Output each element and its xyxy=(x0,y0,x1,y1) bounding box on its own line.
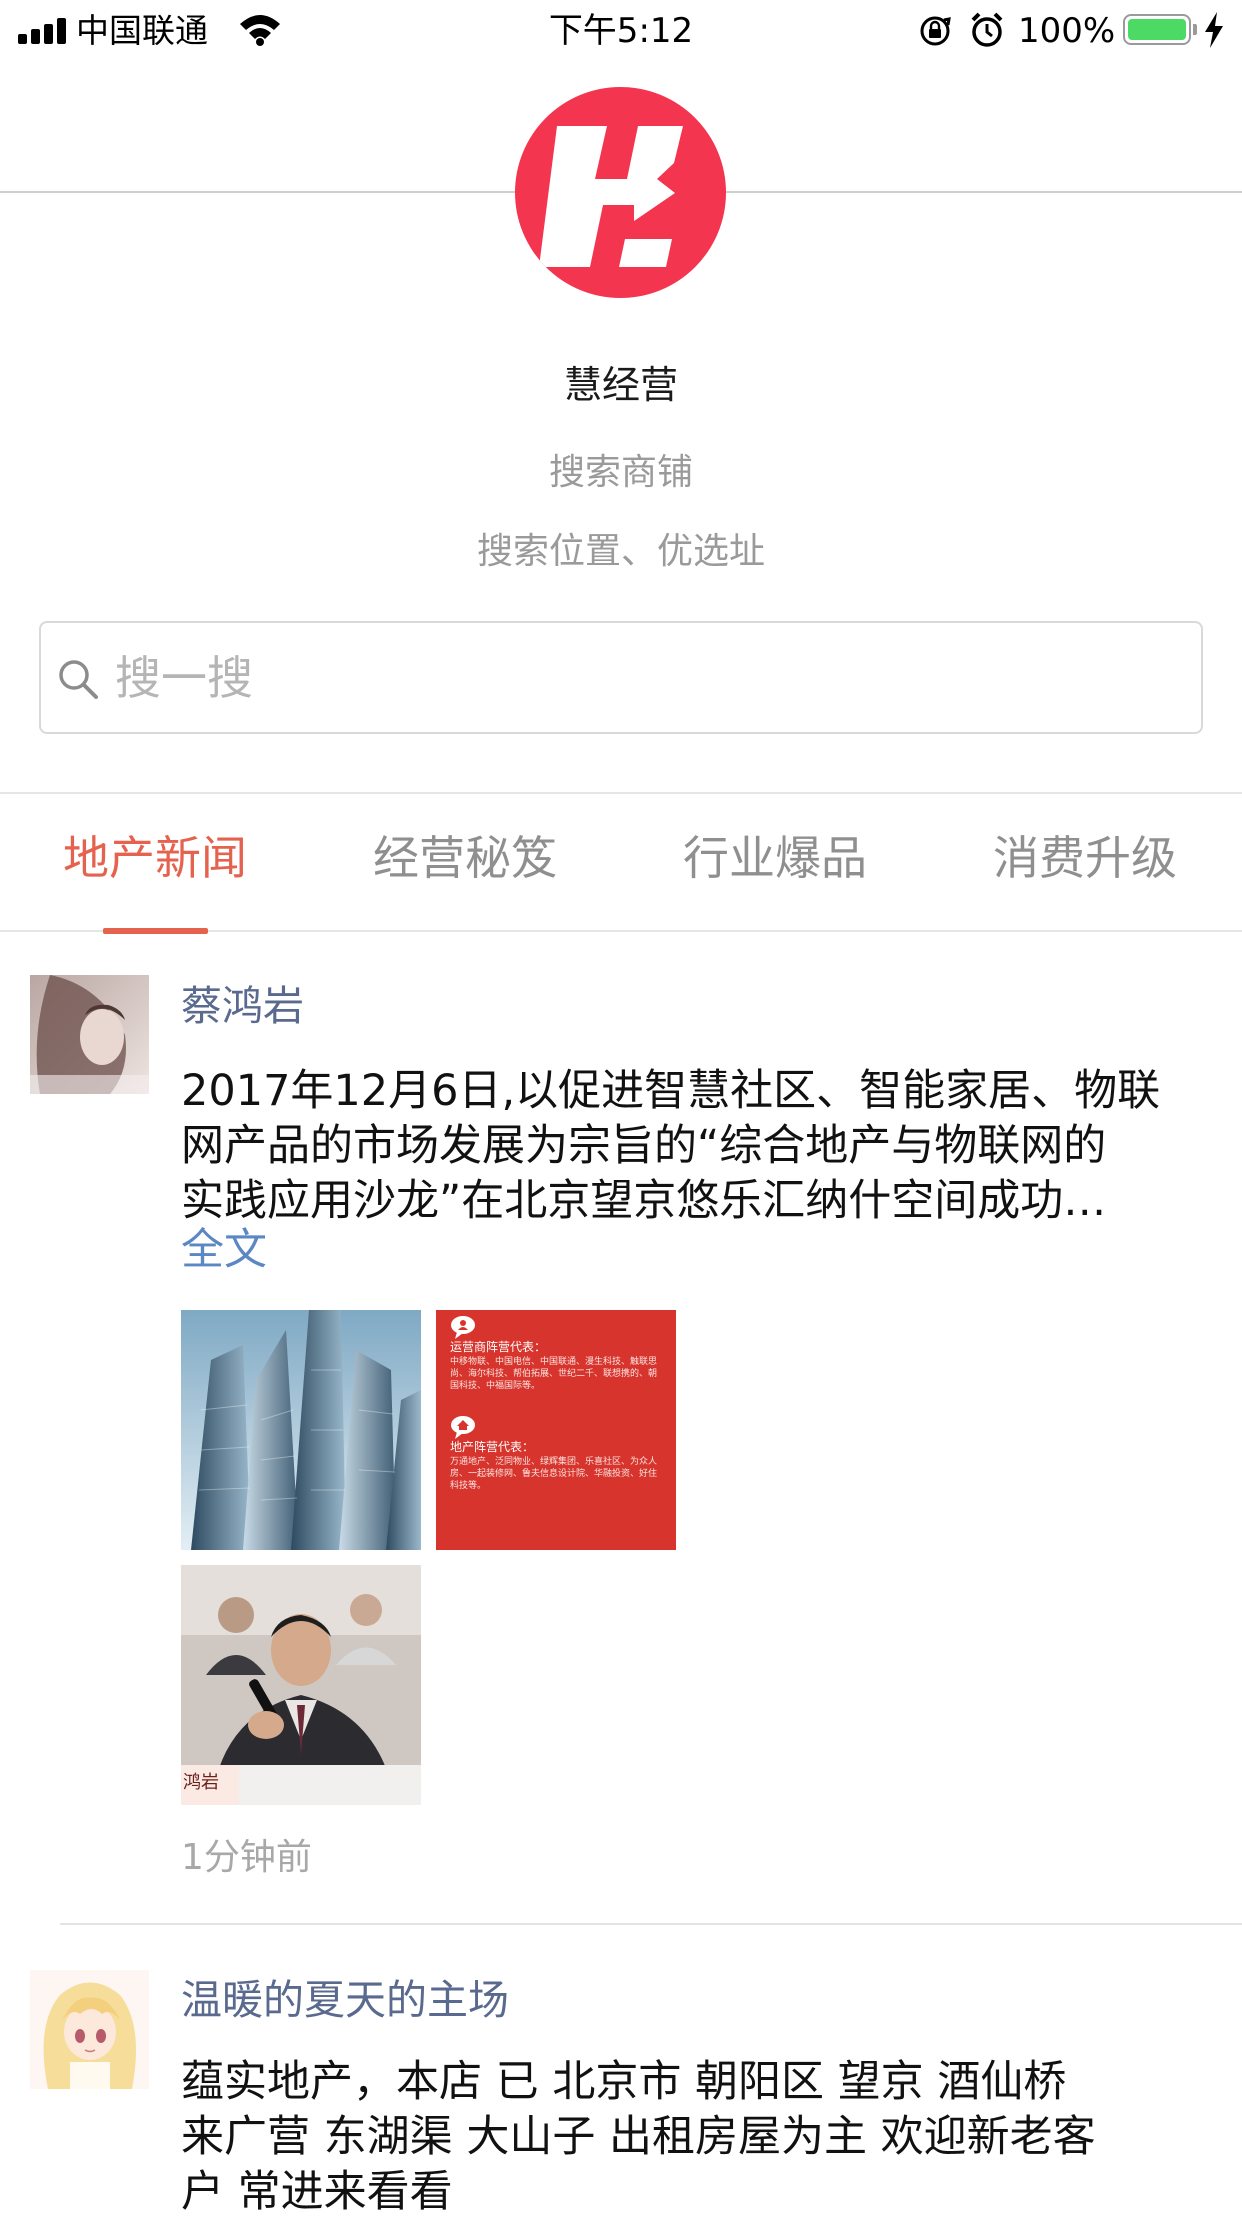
tab-consumption-upgrade[interactable]: 消费升级 xyxy=(930,825,1240,891)
speaker-photo-icon xyxy=(181,1565,421,1805)
poster-heading-real-estate: 地产阵营代表： xyxy=(450,1440,535,1454)
h-arrow-logo-icon xyxy=(539,126,683,267)
battery-percentage: 100% xyxy=(1018,11,1116,51)
app-name: 慧经营 xyxy=(563,363,678,407)
poster-heading-operators: 运营商阵营代表： xyxy=(450,1340,547,1354)
battery-level xyxy=(1128,19,1186,40)
alarm-icon xyxy=(971,12,1003,47)
poster-body-operators: 中移物联、中国电信、中国联通、漫生科技、触联思尚、海尔科技、帮伯拓展、世纪二千、… xyxy=(450,1357,658,1391)
avatar[interactable] xyxy=(30,975,149,1094)
post-image-speaker[interactable]: 鸿岩 xyxy=(181,1565,421,1805)
battery-tip xyxy=(1193,24,1197,35)
home-bubble-icon xyxy=(451,1416,475,1439)
search-icon xyxy=(59,660,98,699)
rotation-lock-icon xyxy=(920,16,951,46)
post-image-red-poster[interactable]: 运营商阵营代表： 中移物联、中国电信、中国联通、漫生科技、触联思尚、海尔科技、帮… xyxy=(436,1310,676,1550)
post-timestamp: 1分钟前 xyxy=(181,1837,312,1878)
charging-bolt-icon xyxy=(1205,12,1223,48)
tabs-top-divider xyxy=(0,792,1242,794)
full-text-link[interactable]: 全文 xyxy=(181,1222,267,1278)
girl-photo-avatar-icon xyxy=(30,975,149,1094)
avatar[interactable] xyxy=(30,1970,149,2089)
subtitle-search-location: 搜索位置、优选址 xyxy=(476,531,765,572)
subtitle-search-shops: 搜索商铺 xyxy=(548,452,693,493)
skyscrapers-photo-icon xyxy=(181,1310,421,1550)
post-body-line: 户 常进来看看 xyxy=(181,2167,453,2217)
post-body-line: 2017年12月6日,以促进智慧社区、智能家居、物联 xyxy=(181,1066,1161,1116)
post-body-line: 网产品的市场发展为宗旨的“综合地产与物联网的 xyxy=(181,1121,1107,1171)
app-logo xyxy=(515,87,726,298)
post-image-skyscrapers[interactable] xyxy=(181,1310,421,1550)
tab-hot-products[interactable]: 行业爆品 xyxy=(620,825,930,891)
post-body-line: 来广营 东湖渠 大山子 出租房屋为主 欢迎新老客 xyxy=(181,2112,1096,2162)
search-input[interactable] xyxy=(115,623,1185,732)
battery-icon xyxy=(1123,14,1191,45)
post-divider xyxy=(60,1923,1242,1925)
tab-business-tips[interactable]: 经营秘笈 xyxy=(310,825,620,891)
anime-girl-avatar-icon xyxy=(30,1970,149,2089)
active-tab-indicator xyxy=(103,928,208,934)
post-body-line: 实践应用沙龙”在北京望京悠乐汇纳什空间成功… xyxy=(181,1176,1107,1226)
speaker-name-card: 鸿岩 xyxy=(183,1772,219,1793)
poster-body-real-estate: 万通地产、泛同物业、绿辉集团、乐喜社区、为众人房、一起装修网、鲁夫信息设计院、华… xyxy=(450,1457,658,1491)
post-body: 2017年12月6日,以促进智慧社区、智能家居、物联 网产品的市场发展为宗旨的“… xyxy=(181,1064,1201,1229)
post-body-line: 蕴实地产，本店 已 北京市 朝阳区 望京 酒仙桥 xyxy=(181,2057,1067,2107)
tab-real-estate-news[interactable]: 地产新闻 xyxy=(0,825,310,891)
post-body: 蕴实地产，本店 已 北京市 朝阳区 望京 酒仙桥 来广营 东湖渠 大山子 出租房… xyxy=(181,2055,1201,2220)
post-author[interactable]: 温暖的夏天的主场 xyxy=(181,1972,509,2028)
post-author[interactable]: 蔡鸿岩 xyxy=(181,978,304,1034)
status-bar: 中国联通 下午5:12 100% xyxy=(0,0,1242,62)
user-bubble-icon xyxy=(451,1316,475,1339)
search-bar[interactable] xyxy=(39,621,1203,734)
